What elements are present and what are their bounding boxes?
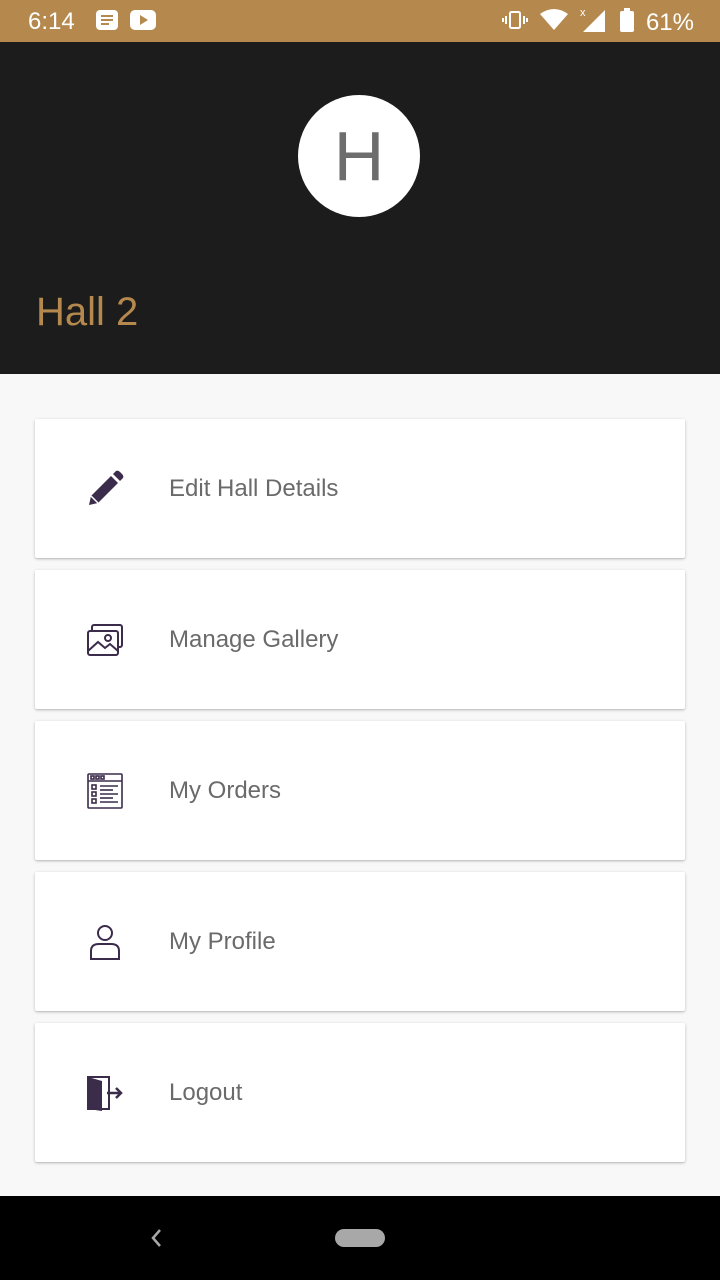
- menu-item-logout[interactable]: Logout: [35, 1023, 685, 1162]
- menu-item-my-profile[interactable]: My Profile: [35, 872, 685, 1011]
- status-bar: 6:14 x 61%: [0, 0, 720, 42]
- wifi-icon: [539, 9, 568, 36]
- svg-text:x: x: [580, 7, 586, 19]
- menu-item-label: My Profile: [169, 927, 276, 955]
- menu-item-my-orders[interactable]: My Orders: [35, 721, 685, 860]
- status-notification-icons: [96, 10, 156, 35]
- status-right: x 61%: [501, 7, 694, 38]
- menu-list: Edit Hall Details Manage Gallery My Orde…: [35, 419, 685, 1174]
- battery-icon: [619, 8, 634, 37]
- gallery-icon: [85, 620, 125, 660]
- battery-percent: 61%: [645, 8, 694, 36]
- profile-icon: [85, 922, 125, 962]
- pencil-icon: [85, 469, 125, 509]
- back-icon[interactable]: [146, 1224, 166, 1257]
- menu-item-label: Logout: [169, 1078, 243, 1106]
- home-pill-icon[interactable]: [335, 1229, 385, 1247]
- notes-icon: [96, 10, 118, 35]
- hall-title: Hall 2: [36, 290, 139, 334]
- logout-icon: [85, 1073, 125, 1113]
- menu-item-label: Edit Hall Details: [169, 474, 339, 502]
- system-nav-bar: [0, 1196, 720, 1280]
- menu-item-label: My Orders: [169, 776, 282, 804]
- drawer-header: H Hall 2: [0, 42, 720, 374]
- menu-item-edit-hall-details[interactable]: Edit Hall Details: [35, 419, 685, 558]
- vibrate-icon: [501, 10, 528, 35]
- avatar[interactable]: H: [298, 95, 420, 217]
- menu-item-manage-gallery[interactable]: Manage Gallery: [35, 570, 685, 709]
- status-time: 6:14: [28, 8, 75, 35]
- orders-icon: [85, 771, 125, 811]
- youtube-icon: [130, 10, 156, 35]
- avatar-letter: H: [333, 117, 385, 195]
- menu-item-label: Manage Gallery: [169, 625, 339, 653]
- signal-icon: x: [580, 7, 608, 38]
